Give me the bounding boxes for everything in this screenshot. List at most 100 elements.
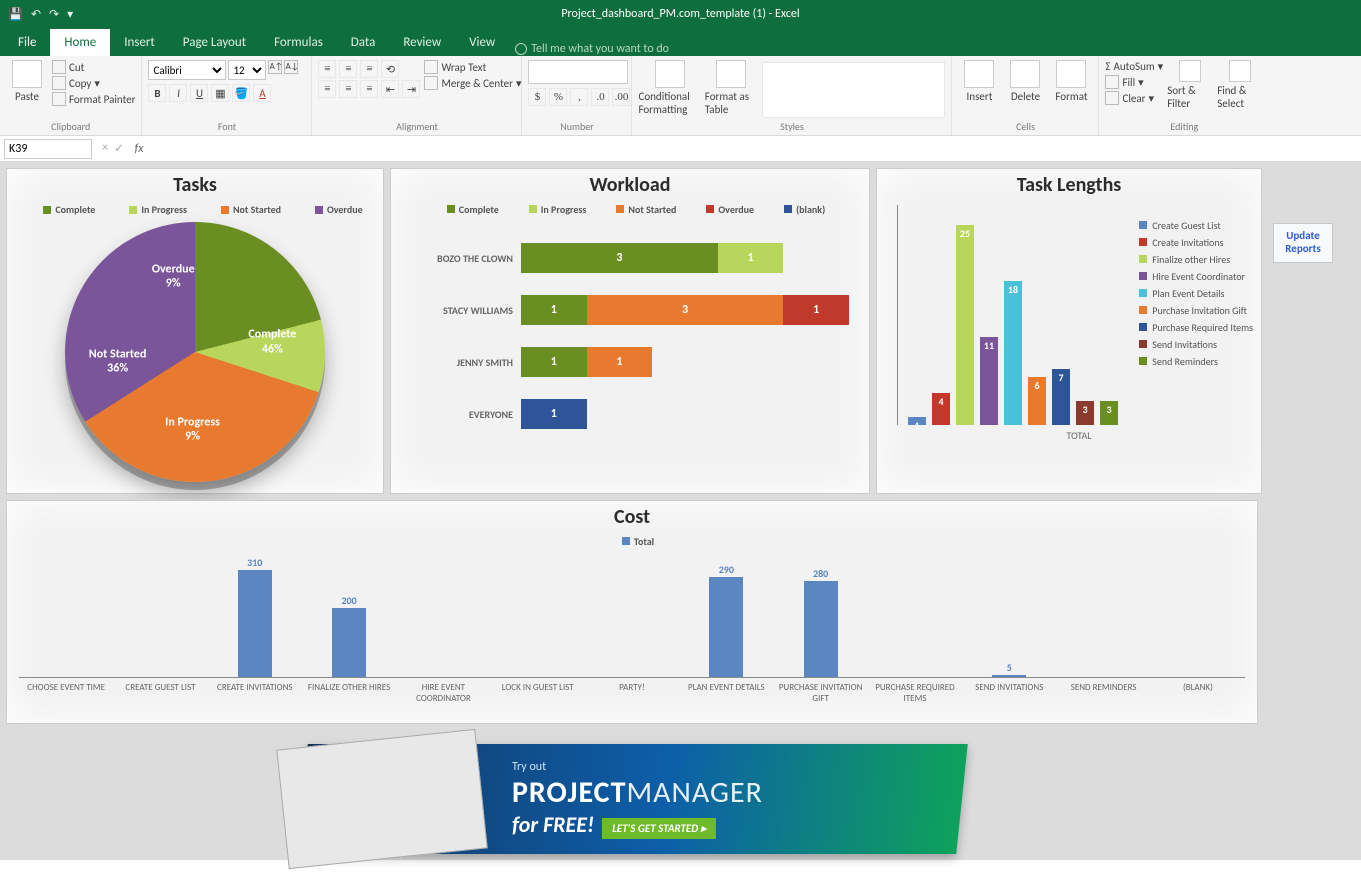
formula-input[interactable] [148, 139, 1361, 159]
pie-plot: Complete46%In Progress9%Not Started36%Ov… [65, 222, 325, 482]
indent-inc-icon[interactable]: ⇥ [402, 80, 420, 98]
formula-bar: × ✓ fx [0, 136, 1361, 162]
wrap-icon [424, 60, 438, 74]
copy-icon [52, 76, 66, 90]
tab-insert[interactable]: Insert [110, 29, 169, 56]
chart-title: Workload [391, 169, 869, 197]
quick-access-toolbar: 💾 ↶ ↷ ▾ [8, 7, 73, 22]
orientation-icon[interactable]: ⟲ [381, 60, 399, 78]
enter-formula-icon[interactable]: ✓ [114, 141, 124, 156]
chart-cost[interactable]: Cost Total 3102002902805 CHOOSE EVENT TI… [6, 500, 1258, 724]
tab-page-layout[interactable]: Page Layout [169, 29, 260, 56]
group-number: $%, .0.00 Number [522, 56, 632, 135]
tab-formulas[interactable]: Formulas [260, 29, 337, 56]
align-left-icon[interactable]: ≡ [318, 80, 336, 98]
font-color-button[interactable]: A [253, 84, 271, 102]
title-bar: 💾 ↶ ↷ ▾ Project_dashboard_PM.com_templat… [0, 0, 1361, 28]
tell-me[interactable]: Tell me what you want to do [515, 42, 669, 56]
save-icon[interactable]: 💾 [8, 7, 23, 22]
align-center-icon[interactable]: ≡ [339, 80, 357, 98]
promo-banner[interactable]: Try out PROJECTMANAGER for FREE!LET'S GE… [296, 744, 968, 854]
comma-icon[interactable]: , [570, 88, 588, 106]
delete-icon [1010, 60, 1040, 88]
delete-cells-button[interactable]: Delete [1004, 60, 1046, 103]
indent-dec-icon[interactable]: ⇤ [381, 80, 399, 98]
chart-task-lengths[interactable]: Task Lengths 142511186733 TOTAL Create G… [876, 168, 1262, 494]
format-cells-button[interactable]: Format [1050, 60, 1092, 103]
format-painter-button[interactable]: Format Painter [52, 92, 135, 106]
sort-icon [1179, 60, 1201, 82]
chart-title: Tasks [7, 169, 383, 197]
clipboard-icon [12, 60, 42, 88]
chart-tasks-pie[interactable]: Tasks CompleteIn ProgressNot StartedOver… [6, 168, 384, 494]
merge-center-button[interactable]: Merge & Center ▾ [424, 76, 521, 90]
ribbon: Paste Cut Copy ▾ Format Painter Clipboar… [0, 56, 1361, 136]
grow-font-icon[interactable]: A↑ [268, 60, 282, 74]
insert-cells-button[interactable]: Insert [958, 60, 1000, 103]
dashboard: Tasks CompleteIn ProgressNot StartedOver… [0, 162, 1361, 860]
dec-decimal-icon[interactable]: .00 [612, 88, 630, 106]
tab-file[interactable]: File [4, 29, 50, 56]
fx-icon[interactable]: fx [130, 142, 148, 156]
number-format-select[interactable] [528, 60, 628, 84]
cell-styles-gallery[interactable] [762, 62, 946, 118]
chart-legend: CompleteIn ProgressNot StartedOverdue(bl… [391, 203, 869, 216]
find-select-button[interactable]: Find & Select [1217, 60, 1263, 110]
fill-button[interactable]: Fill ▾ [1105, 75, 1163, 89]
cancel-formula-icon[interactable]: × [102, 141, 108, 156]
tab-review[interactable]: Review [389, 29, 455, 56]
border-button[interactable]: ▦ [211, 84, 229, 102]
chart-legend: Create Guest ListCreate InvitationsFinal… [1126, 219, 1253, 372]
font-name-select[interactable]: Calibri [148, 60, 226, 80]
group-alignment: ≡≡≡ ⟲ ≡≡≡ ⇤⇥ Wrap Text Merge & Center ▾ … [312, 56, 522, 135]
percent-icon[interactable]: % [549, 88, 567, 106]
chart-legend: Total [7, 535, 1257, 548]
group-clipboard: Paste Cut Copy ▾ Format Painter Clipboar… [0, 56, 142, 135]
format-as-table-button[interactable]: Format as Table [705, 60, 758, 116]
italic-button[interactable]: I [169, 84, 187, 102]
font-size-select[interactable]: 12 [228, 60, 266, 80]
currency-icon[interactable]: $ [528, 88, 546, 106]
align-middle-icon[interactable]: ≡ [339, 60, 357, 78]
promo-banner-wrap: Try out PROJECTMANAGER for FREE!LET'S GE… [6, 744, 1258, 854]
align-right-icon[interactable]: ≡ [360, 80, 378, 98]
redo-icon[interactable]: ↷ [49, 7, 59, 22]
wrap-text-button[interactable]: Wrap Text [424, 60, 521, 74]
cost-plot: 3102002902805 [19, 558, 1245, 678]
insert-icon [964, 60, 994, 88]
autosum-button[interactable]: ΣAutoSum ▾ [1105, 60, 1163, 73]
conditional-formatting-button[interactable]: Conditional Formatting [638, 60, 700, 116]
ribbon-tabs: File Home Insert Page Layout Formulas Da… [0, 28, 1361, 56]
qat-customize-icon[interactable]: ▾ [67, 7, 73, 22]
clear-button[interactable]: Clear ▾ [1105, 91, 1163, 105]
lightbulb-icon [515, 43, 527, 55]
document-title: Project_dashboard_PM.com_template (1) - … [561, 7, 799, 21]
table-icon [716, 60, 746, 88]
chart-workload[interactable]: Workload CompleteIn ProgressNot StartedO… [390, 168, 870, 494]
name-box[interactable] [4, 139, 92, 159]
paste-button[interactable]: Paste [6, 60, 48, 103]
fill-color-button[interactable]: 🪣 [232, 84, 250, 102]
group-font: Calibri 12 A↑ A↓ B I U ▦ 🪣 A Font [142, 56, 312, 135]
scissors-icon [52, 60, 66, 74]
hbar-plot: BOZO THE CLOWN31STACY WILLIAMS131JENNY S… [391, 222, 869, 450]
update-reports-button[interactable]: Update Reports [1273, 223, 1333, 263]
shrink-font-icon[interactable]: A↓ [284, 60, 298, 74]
align-bottom-icon[interactable]: ≡ [360, 60, 378, 78]
cond-format-icon [655, 60, 685, 88]
fill-icon [1105, 75, 1119, 89]
bold-button[interactable]: B [148, 84, 166, 102]
group-styles: Conditional Formatting Format as Table S… [632, 56, 952, 135]
banner-cta-button[interactable]: LET'S GET STARTED ▸ [602, 818, 716, 839]
brush-icon [52, 92, 66, 106]
tab-home[interactable]: Home [50, 29, 110, 56]
tab-view[interactable]: View [455, 29, 509, 56]
underline-button[interactable]: U [190, 84, 208, 102]
cut-button[interactable]: Cut [52, 60, 135, 74]
tab-data[interactable]: Data [337, 29, 390, 56]
sort-filter-button[interactable]: Sort & Filter [1167, 60, 1213, 110]
undo-icon[interactable]: ↶ [31, 7, 41, 22]
copy-button[interactable]: Copy ▾ [52, 76, 135, 90]
align-top-icon[interactable]: ≡ [318, 60, 336, 78]
inc-decimal-icon[interactable]: .0 [591, 88, 609, 106]
